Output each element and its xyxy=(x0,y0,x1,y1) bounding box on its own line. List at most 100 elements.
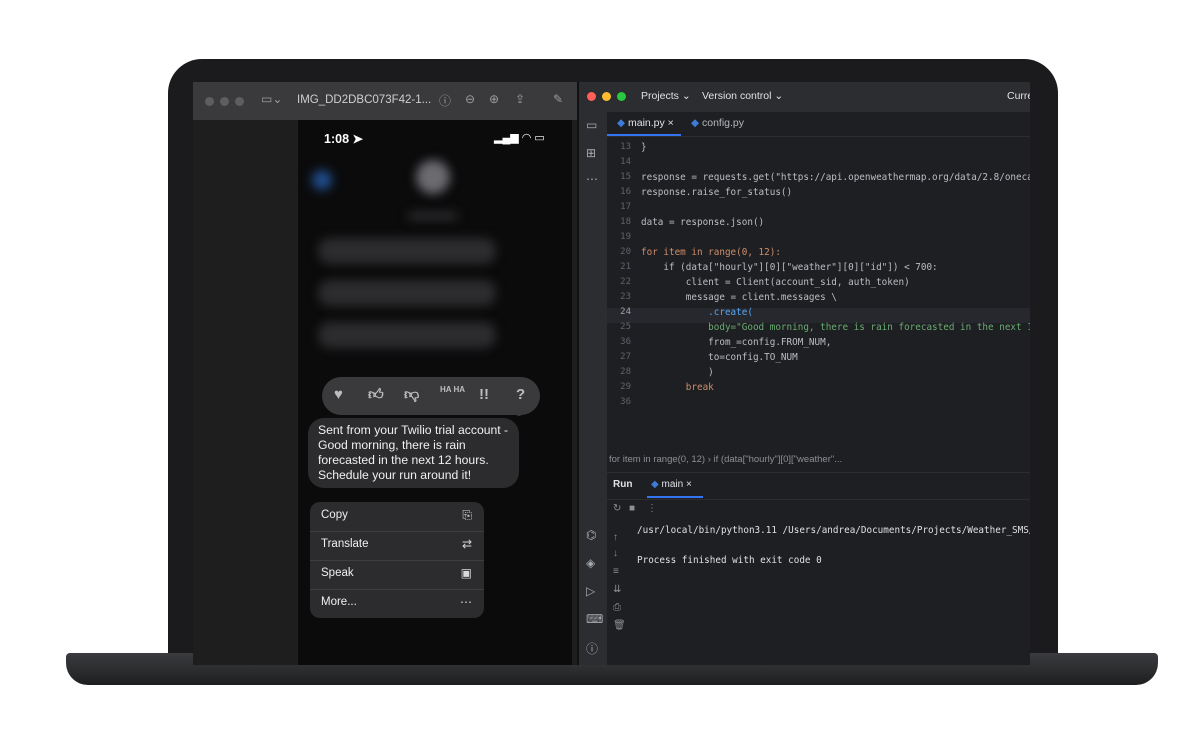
run-panel-title: Run xyxy=(613,479,633,490)
scroll-up-icon[interactable]: ↑ xyxy=(613,532,618,543)
phone-screenshot: 1:08 ➤ ▂▄▆ ◠ ▭ ♥ 👍︎ 👎︎ HA HA !! ? Sent f… xyxy=(298,120,572,665)
terminal-icon[interactable]: ⌨ xyxy=(586,612,603,626)
rerun-icon[interactable]: ↻ xyxy=(613,503,621,514)
run-tab-main[interactable]: ◆ main × xyxy=(651,479,692,490)
code-line: .create( xyxy=(641,307,753,318)
thumbs-up-icon[interactable]: 👍︎ xyxy=(368,386,384,404)
print-icon[interactable]: ⎙ xyxy=(613,602,621,613)
preview-window: ▭⌄ IMG_DD2DBC073F42-1... ⓘ ⊖ ⊕ ⇪ ✎ 1:08 … xyxy=(193,82,579,665)
soft-wrap-icon[interactable]: ≡ xyxy=(613,566,619,577)
zoom-in-icon[interactable]: ⊕ xyxy=(489,92,499,106)
code-line: ) xyxy=(641,367,714,378)
copy-icon: ⎘ xyxy=(462,508,472,522)
question-icon[interactable]: ? xyxy=(516,386,525,403)
code-line: to=config.TO_NUM xyxy=(641,352,798,363)
blurred-back-button xyxy=(312,170,332,190)
line-number: 17 xyxy=(620,202,631,212)
context-menu: Copy ⎘ Translate ⇄ Speak ▣ More... ⋯ xyxy=(310,502,484,618)
preview-toolbar: ▭⌄ IMG_DD2DBC073F42-1... ⓘ ⊖ ⊕ ⇪ ✎ xyxy=(193,82,579,120)
scroll-down-icon[interactable]: ↓ xyxy=(613,548,618,559)
tab-config-py[interactable]: ◆ config.py xyxy=(691,117,744,129)
sidebar-toggle-icon[interactable]: ▭⌄ xyxy=(261,92,282,106)
blurred-message xyxy=(318,280,496,306)
run-tab-indicator xyxy=(647,496,703,498)
code-breadcrumb[interactable]: for item in range(0, 12) › if (data["hou… xyxy=(609,454,842,465)
heart-icon[interactable]: ♥ xyxy=(334,386,343,403)
thumbs-down-icon[interactable]: 👎︎ xyxy=(404,386,419,404)
trash-icon[interactable]: 🗑︎ xyxy=(613,620,626,631)
stop-icon[interactable]: ■ xyxy=(629,503,635,514)
services-icon[interactable]: ▷ xyxy=(586,584,595,598)
translate-icon: ⇄ xyxy=(461,537,472,551)
menu-item-label: Speak xyxy=(321,567,354,579)
ide-titlebar: Projects ⌄ Version control ⌄ Curre xyxy=(579,82,1030,112)
more-tools-icon[interactable]: ⋯ xyxy=(586,172,598,186)
exclamation-icon[interactable]: !! xyxy=(479,386,489,403)
menu-item-label: Copy xyxy=(321,509,348,521)
structure-icon[interactable]: ⊞ xyxy=(586,146,596,160)
line-number: 36 xyxy=(620,397,631,407)
zoom-dot[interactable] xyxy=(235,97,244,106)
menu-item-more[interactable]: More... ⋯ xyxy=(310,589,484,618)
line-number: 20 xyxy=(620,247,631,257)
code-line: if (data["hourly"][0]["weather"][0]["id"… xyxy=(641,262,938,273)
run-result-output: Process finished with exit code 0 xyxy=(637,555,822,566)
code-line: from_=config.FROM_NUM, xyxy=(641,337,832,348)
projects-menu[interactable]: Projects ⌄ xyxy=(641,90,691,102)
line-number: 23 xyxy=(620,292,631,302)
minimize-dot[interactable] xyxy=(602,92,611,101)
info-icon[interactable]: ⓘ xyxy=(439,92,451,109)
phone-status-icons: ▂▄▆ ◠ ▭ xyxy=(494,132,545,144)
line-number: 15 xyxy=(620,172,631,182)
blurred-date xyxy=(408,212,458,220)
current-file-menu[interactable]: Curre xyxy=(1007,90,1030,102)
menu-item-label: Translate xyxy=(321,538,369,550)
menu-item-label: More... xyxy=(321,596,357,608)
line-number: 36 xyxy=(620,337,631,347)
problems-icon[interactable]: ⓘ xyxy=(586,640,598,657)
code-line: client = Client(account_sid, auth_token) xyxy=(641,277,910,288)
preview-filename: IMG_DD2DBC073F42-1... xyxy=(297,94,432,106)
close-dot[interactable] xyxy=(205,97,214,106)
code-line: body="Good morning, there is rain foreca… xyxy=(641,322,1030,333)
line-number: 16 xyxy=(620,187,631,197)
ide-window: Projects ⌄ Version control ⌄ Curre ▭ ⊞ ⋯… xyxy=(577,82,1030,665)
code-editor[interactable]: 13 } 14 15 response = requests.get("http… xyxy=(607,136,1030,448)
line-number: 19 xyxy=(620,232,631,242)
vcs-menu[interactable]: Version control ⌄ xyxy=(702,90,783,102)
laptop-screen: ▭⌄ IMG_DD2DBC073F42-1... ⓘ ⊖ ⊕ ⇪ ✎ 1:08 … xyxy=(193,82,1030,665)
blurred-message xyxy=(318,322,496,348)
more-options-icon[interactable]: ⋮ xyxy=(647,503,657,514)
ide-left-toolbar: ▭ ⊞ ⋯ ⌬ ◈ ▷ ⌨ ⓘ xyxy=(579,112,607,665)
line-number: 27 xyxy=(620,352,631,362)
minimize-dot[interactable] xyxy=(220,97,229,106)
code-line: } xyxy=(641,142,647,153)
code-line: data = response.json() xyxy=(641,217,765,228)
share-icon[interactable]: ⇪ xyxy=(515,92,525,106)
message-bubble: Sent from your Twilio trial account - Go… xyxy=(308,418,519,488)
code-line: response = requests.get("https://api.ope… xyxy=(641,172,1030,183)
menu-item-speak[interactable]: Speak ▣ xyxy=(310,560,484,590)
line-number: 28 xyxy=(620,367,631,377)
tab-main-py[interactable]: ◆ main.py × xyxy=(617,117,674,129)
close-dot[interactable] xyxy=(587,92,596,101)
folder-icon[interactable]: ▭ xyxy=(586,118,597,132)
blurred-message xyxy=(318,238,496,264)
menu-item-copy[interactable]: Copy ⎘ xyxy=(310,502,484,532)
zoom-out-icon[interactable]: ⊖ xyxy=(465,92,475,106)
code-line: message = client.messages \ xyxy=(641,292,837,303)
line-number: 22 xyxy=(620,277,631,287)
layers-icon[interactable]: ◈ xyxy=(586,556,595,570)
zoom-dot[interactable] xyxy=(617,92,626,101)
tapback-bar: ♥ 👍︎ 👎︎ HA HA !! ? xyxy=(322,377,540,415)
markup-icon[interactable]: ✎ xyxy=(553,92,563,106)
line-number: 18 xyxy=(620,217,631,227)
menu-item-translate[interactable]: Translate ⇄ xyxy=(310,531,484,561)
line-number: 25 xyxy=(620,322,631,332)
scroll-end-icon[interactable]: ⇊ xyxy=(613,584,621,595)
line-number: 24 xyxy=(620,307,631,317)
more-icon: ⋯ xyxy=(460,595,472,609)
python-console-icon[interactable]: ⌬ xyxy=(586,528,596,542)
haha-icon[interactable]: HA HA xyxy=(440,385,465,394)
code-line: for item in range(0, 12): xyxy=(641,247,781,258)
